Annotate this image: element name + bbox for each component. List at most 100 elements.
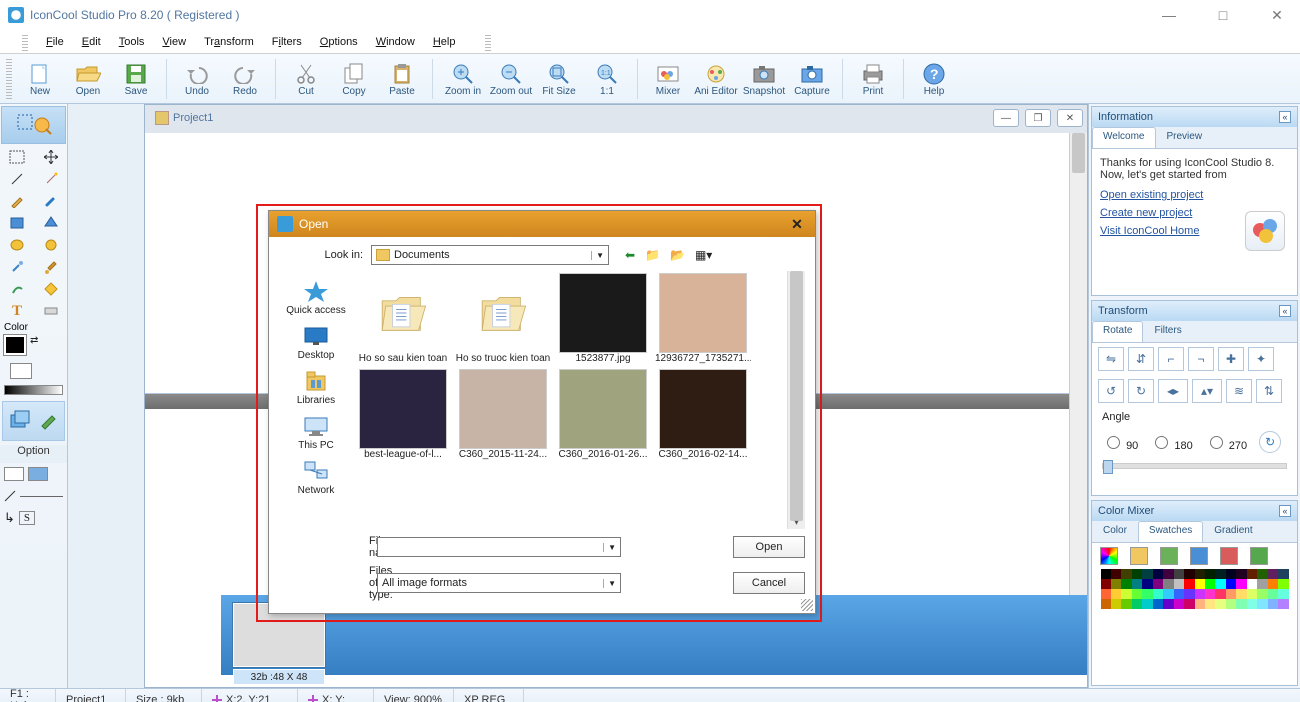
swatch-cell[interactable] xyxy=(1174,579,1184,589)
swatch-cell[interactable] xyxy=(1184,579,1194,589)
place-quick-access[interactable]: Quick access xyxy=(282,277,350,318)
eraser-tool[interactable] xyxy=(34,300,68,322)
swatch-cell[interactable] xyxy=(1205,569,1215,579)
up-folder-icon[interactable]: 📁 xyxy=(645,248,660,262)
swatch-cell[interactable] xyxy=(1132,569,1142,579)
swatch-export-icon[interactable] xyxy=(1250,547,1268,565)
toolbar-zoomout[interactable]: Zoom out xyxy=(487,55,535,103)
swatch-cell[interactable] xyxy=(1195,569,1205,579)
move-tool[interactable] xyxy=(34,146,68,168)
window-close-icon[interactable]: ✕ xyxy=(1262,7,1292,24)
swatch-cell[interactable] xyxy=(1153,599,1163,609)
toolbar-mixer[interactable]: Mixer xyxy=(644,55,692,103)
swatch-cell[interactable] xyxy=(1247,579,1257,589)
toolbar-redo[interactable]: Redo xyxy=(221,55,269,103)
line-tool[interactable] xyxy=(0,168,34,190)
link-open-existing[interactable]: Open existing project xyxy=(1100,189,1289,201)
swatch-cell[interactable] xyxy=(1215,589,1225,599)
rect-tool[interactable] xyxy=(0,212,34,234)
swatch-cell[interactable] xyxy=(1163,569,1173,579)
toolbar-fitsize[interactable]: Fit Size xyxy=(535,55,583,103)
toolbar-paste[interactable]: Paste xyxy=(378,55,426,103)
tab-gradient[interactable]: Gradient xyxy=(1203,521,1263,542)
swatch-cell[interactable] xyxy=(1142,589,1152,599)
bucket-tool[interactable] xyxy=(34,256,68,278)
foreground-color[interactable] xyxy=(4,335,26,355)
swatch-grid[interactable] xyxy=(1101,569,1289,609)
menu-window[interactable]: Window xyxy=(370,34,421,50)
swatch-reset-icon[interactable] xyxy=(1100,547,1118,565)
corner-style[interactable]: ↳S xyxy=(0,507,67,529)
swatch-cell[interactable] xyxy=(1278,589,1288,599)
menu-tools[interactable]: Tools xyxy=(113,34,151,50)
apply-rotate-icon[interactable]: ↻ xyxy=(1259,431,1281,453)
text-tool[interactable]: T xyxy=(0,300,34,322)
wand-tool[interactable] xyxy=(34,168,68,190)
toolbar-anieditor[interactable]: Ani Editor xyxy=(692,55,740,103)
swatch-cell[interactable] xyxy=(1205,599,1215,609)
center-icon[interactable]: ✚ xyxy=(1218,347,1244,371)
mirror-left-icon[interactable]: ⌐ xyxy=(1158,347,1184,371)
files-scrollbar[interactable]: ▴▾ xyxy=(787,271,805,529)
swatch-cell[interactable] xyxy=(1236,599,1246,609)
swatch-cell[interactable] xyxy=(1268,589,1278,599)
swatch-cell[interactable] xyxy=(1195,589,1205,599)
window-maximize-icon[interactable]: □ xyxy=(1208,7,1238,24)
back-icon[interactable]: ⬅ xyxy=(625,248,635,262)
menu-edit[interactable]: Edit xyxy=(76,34,107,50)
swatch-save-icon[interactable] xyxy=(1160,547,1178,565)
toolbar-capture[interactable]: Capture xyxy=(788,55,836,103)
view-menu-icon[interactable]: ▦▾ xyxy=(695,248,712,262)
swatch-cell[interactable] xyxy=(1195,599,1205,609)
swatch-cell[interactable] xyxy=(1215,579,1225,589)
tab-swatches[interactable]: Swatches xyxy=(1138,521,1203,542)
swatch-cell[interactable] xyxy=(1278,599,1288,609)
flip-v-icon[interactable]: ⇵ xyxy=(1128,347,1154,371)
swatch-cell[interactable] xyxy=(1163,599,1173,609)
swatch-cell[interactable] xyxy=(1121,589,1131,599)
toolbar-copy[interactable]: Copy xyxy=(330,55,378,103)
file-item[interactable]: C360_2016-01-26... xyxy=(553,369,653,461)
file-item[interactable]: C360_2015-11-24... xyxy=(453,369,553,461)
place-this-pc[interactable]: This PC xyxy=(282,412,350,453)
toolbar-undo[interactable]: Undo xyxy=(173,55,221,103)
swatch-cell[interactable] xyxy=(1121,569,1131,579)
swatch-cell[interactable] xyxy=(1111,589,1121,599)
swatch-cell[interactable] xyxy=(1121,599,1131,609)
swatch-delete-icon[interactable] xyxy=(1220,547,1238,565)
tab-rotate[interactable]: Rotate xyxy=(1092,321,1143,342)
swatch-cell[interactable] xyxy=(1142,599,1152,609)
menu-view[interactable]: View xyxy=(156,34,192,50)
swatch-cell[interactable] xyxy=(1111,579,1121,589)
swap-icon[interactable]: ⇅ xyxy=(1256,379,1282,403)
diamond-tool[interactable] xyxy=(34,278,68,300)
dialog-close-icon[interactable]: ✕ xyxy=(787,216,807,233)
mdi-minimize-icon[interactable]: — xyxy=(993,109,1019,127)
file-item[interactable]: best-league-of-l... xyxy=(353,369,453,461)
swatch-cell[interactable] xyxy=(1236,569,1246,579)
resize-grip-icon[interactable] xyxy=(801,599,813,611)
swatch-cell[interactable] xyxy=(1195,579,1205,589)
toolbar-cut[interactable]: Cut xyxy=(282,55,330,103)
circle-tool[interactable] xyxy=(34,234,68,256)
file-item[interactable]: 1523877.jpg xyxy=(553,273,653,365)
swatch-cell[interactable] xyxy=(1236,589,1246,599)
swatch-cell[interactable] xyxy=(1132,589,1142,599)
toolbar-help[interactable]: ?Help xyxy=(910,55,958,103)
swatch-open-icon[interactable] xyxy=(1130,547,1148,565)
toolbar-onetoone[interactable]: 1:11:1 xyxy=(583,55,631,103)
swatch-cell[interactable] xyxy=(1101,589,1111,599)
swatch-cell[interactable] xyxy=(1184,569,1194,579)
swatch-cell[interactable] xyxy=(1205,589,1215,599)
fill-style-outline[interactable] xyxy=(0,463,67,485)
gradient-preview[interactable] xyxy=(4,385,63,395)
swatch-cell[interactable] xyxy=(1257,599,1267,609)
toolbar-snapshot[interactable]: Snapshot xyxy=(740,55,788,103)
toolbar-print[interactable]: Print xyxy=(849,55,897,103)
collapse-icon[interactable]: « xyxy=(1279,111,1291,123)
cancel-button[interactable]: Cancel xyxy=(733,572,805,594)
swatch-cell[interactable] xyxy=(1226,569,1236,579)
swatch-cell[interactable] xyxy=(1153,579,1163,589)
swatch-cell[interactable] xyxy=(1268,569,1278,579)
swatch-cell[interactable] xyxy=(1174,569,1184,579)
